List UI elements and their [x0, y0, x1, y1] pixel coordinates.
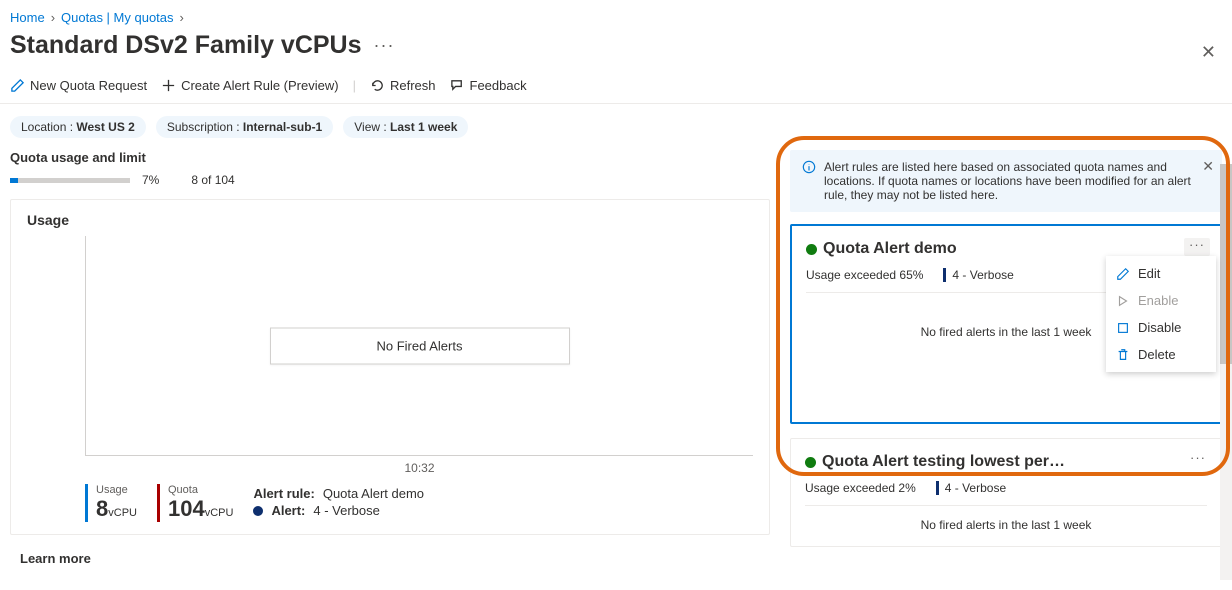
alert-usage-threshold: Usage exceeded 65% — [806, 268, 923, 282]
play-icon — [1116, 294, 1130, 308]
menu-edit-label: Edit — [1138, 266, 1160, 281]
page-title: Standard DSv2 Family vCPUs — [10, 31, 362, 60]
breadcrumb: Home › Quotas | My quotas › — [0, 0, 1232, 31]
pencil-icon — [10, 78, 25, 93]
breadcrumb-quotas[interactable]: Quotas | My quotas — [61, 10, 174, 25]
breadcrumb-home[interactable]: Home — [10, 10, 45, 25]
menu-delete[interactable]: Delete — [1106, 341, 1216, 368]
alert-rule-value: Quota Alert demo — [323, 486, 424, 501]
alert-no-fired-text: No fired alerts in the last 1 week — [805, 518, 1207, 532]
refresh-label: Refresh — [390, 78, 436, 93]
menu-enable-label: Enable — [1138, 293, 1178, 308]
usage-metric-label: Usage — [96, 484, 137, 496]
chevron-right-icon: › — [51, 10, 55, 25]
no-fired-alerts-badge: No Fired Alerts — [270, 327, 570, 364]
quota-metric-unit: vCPU — [205, 507, 234, 519]
new-quota-request-label: New Quota Request — [30, 78, 147, 93]
usage-progress-bar — [10, 178, 130, 183]
view-filter-value: Last 1 week — [390, 120, 457, 134]
view-filter[interactable]: View : Last 1 week — [343, 116, 468, 138]
subscription-filter-label: Subscription : — [167, 120, 243, 134]
subscription-filter[interactable]: Subscription : Internal-sub-1 — [156, 116, 333, 138]
create-alert-rule-button[interactable]: Create Alert Rule (Preview) — [161, 78, 339, 93]
trash-icon — [1116, 348, 1130, 362]
alert-severity-label: Alert: — [271, 503, 305, 518]
menu-disable[interactable]: Disable — [1106, 314, 1216, 341]
alert-severity-value: 4 - Verbose — [313, 503, 380, 518]
alert-severity: 4 - Verbose — [936, 481, 1006, 495]
new-quota-request-button[interactable]: New Quota Request — [10, 78, 147, 93]
create-alert-rule-label: Create Alert Rule (Preview) — [181, 78, 339, 93]
scrollbar[interactable] — [1220, 164, 1232, 580]
chart-x-tick: 10:32 — [404, 461, 434, 475]
usage-card: Usage No Fired Alerts 10:32 Usage 8vCPU … — [10, 199, 770, 535]
quota-metric-value: 104 — [168, 496, 205, 521]
info-banner-close[interactable]: ✕ — [1202, 158, 1214, 175]
usage-percent: 7% — [142, 173, 159, 187]
status-enabled-icon — [805, 457, 816, 468]
location-filter-label: Location : — [21, 120, 76, 134]
close-icon[interactable]: ✕ — [1201, 42, 1216, 63]
refresh-icon — [370, 78, 385, 93]
usage-card-title: Usage — [27, 212, 753, 228]
chevron-right-icon: › — [180, 10, 184, 25]
info-banner: Alert rules are listed here based on ass… — [790, 150, 1222, 212]
feedback-label: Feedback — [470, 78, 527, 93]
alert-card-demo[interactable]: Quota Alert demo ··· Usage exceeded 65% … — [790, 224, 1222, 424]
usage-metric-unit: vCPU — [108, 507, 137, 519]
subscription-filter-value: Internal-sub-1 — [243, 120, 322, 134]
alert-card-title: Quota Alert demo — [823, 240, 957, 258]
separator-icon: | — [353, 78, 356, 93]
filter-pills: Location : West US 2 Subscription : Inte… — [0, 104, 1232, 150]
alert-card-title: Quota Alert testing lowest per… — [822, 453, 1065, 471]
alert-card-more-button[interactable]: ··· — [1185, 451, 1211, 469]
usage-fraction: 8 of 104 — [191, 173, 234, 187]
pencil-icon — [1116, 267, 1130, 281]
feedback-button[interactable]: Feedback — [450, 78, 527, 93]
severity-dot-icon — [253, 506, 263, 516]
info-banner-text: Alert rules are listed here based on ass… — [824, 160, 1210, 202]
alert-severity: 4 - Verbose — [943, 268, 1013, 282]
alert-context-menu: Edit Enable Disable Delete — [1106, 256, 1216, 372]
refresh-button[interactable]: Refresh — [370, 78, 436, 93]
location-filter-value: West US 2 — [76, 120, 134, 134]
status-enabled-icon — [806, 244, 817, 255]
plus-icon — [161, 78, 176, 93]
alert-rule-label: Alert rule: — [253, 486, 314, 501]
quota-usage-heading: Quota usage and limit — [10, 150, 770, 165]
usage-metric-value: 8 — [96, 496, 108, 521]
location-filter[interactable]: Location : West US 2 — [10, 116, 146, 138]
quota-metric-label: Quota — [168, 484, 233, 496]
learn-more-heading: Learn more — [10, 551, 770, 566]
feedback-icon — [450, 78, 465, 93]
alert-card-testing[interactable]: Quota Alert testing lowest per… ··· Usag… — [790, 438, 1222, 547]
info-icon — [802, 160, 816, 174]
scrollbar-thumb[interactable] — [1220, 164, 1232, 364]
view-filter-label: View : — [354, 120, 390, 134]
alert-card-more-button[interactable]: ··· — [1184, 238, 1210, 256]
menu-enable: Enable — [1106, 287, 1216, 314]
more-icon[interactable]: ··· — [374, 35, 395, 56]
usage-chart: No Fired Alerts 10:32 — [85, 236, 753, 456]
menu-disable-label: Disable — [1138, 320, 1181, 335]
alert-usage-threshold: Usage exceeded 2% — [805, 481, 916, 495]
toolbar: New Quota Request Create Alert Rule (Pre… — [0, 78, 1232, 104]
menu-edit[interactable]: Edit — [1106, 260, 1216, 287]
menu-delete-label: Delete — [1138, 347, 1176, 362]
stop-icon — [1116, 321, 1130, 335]
